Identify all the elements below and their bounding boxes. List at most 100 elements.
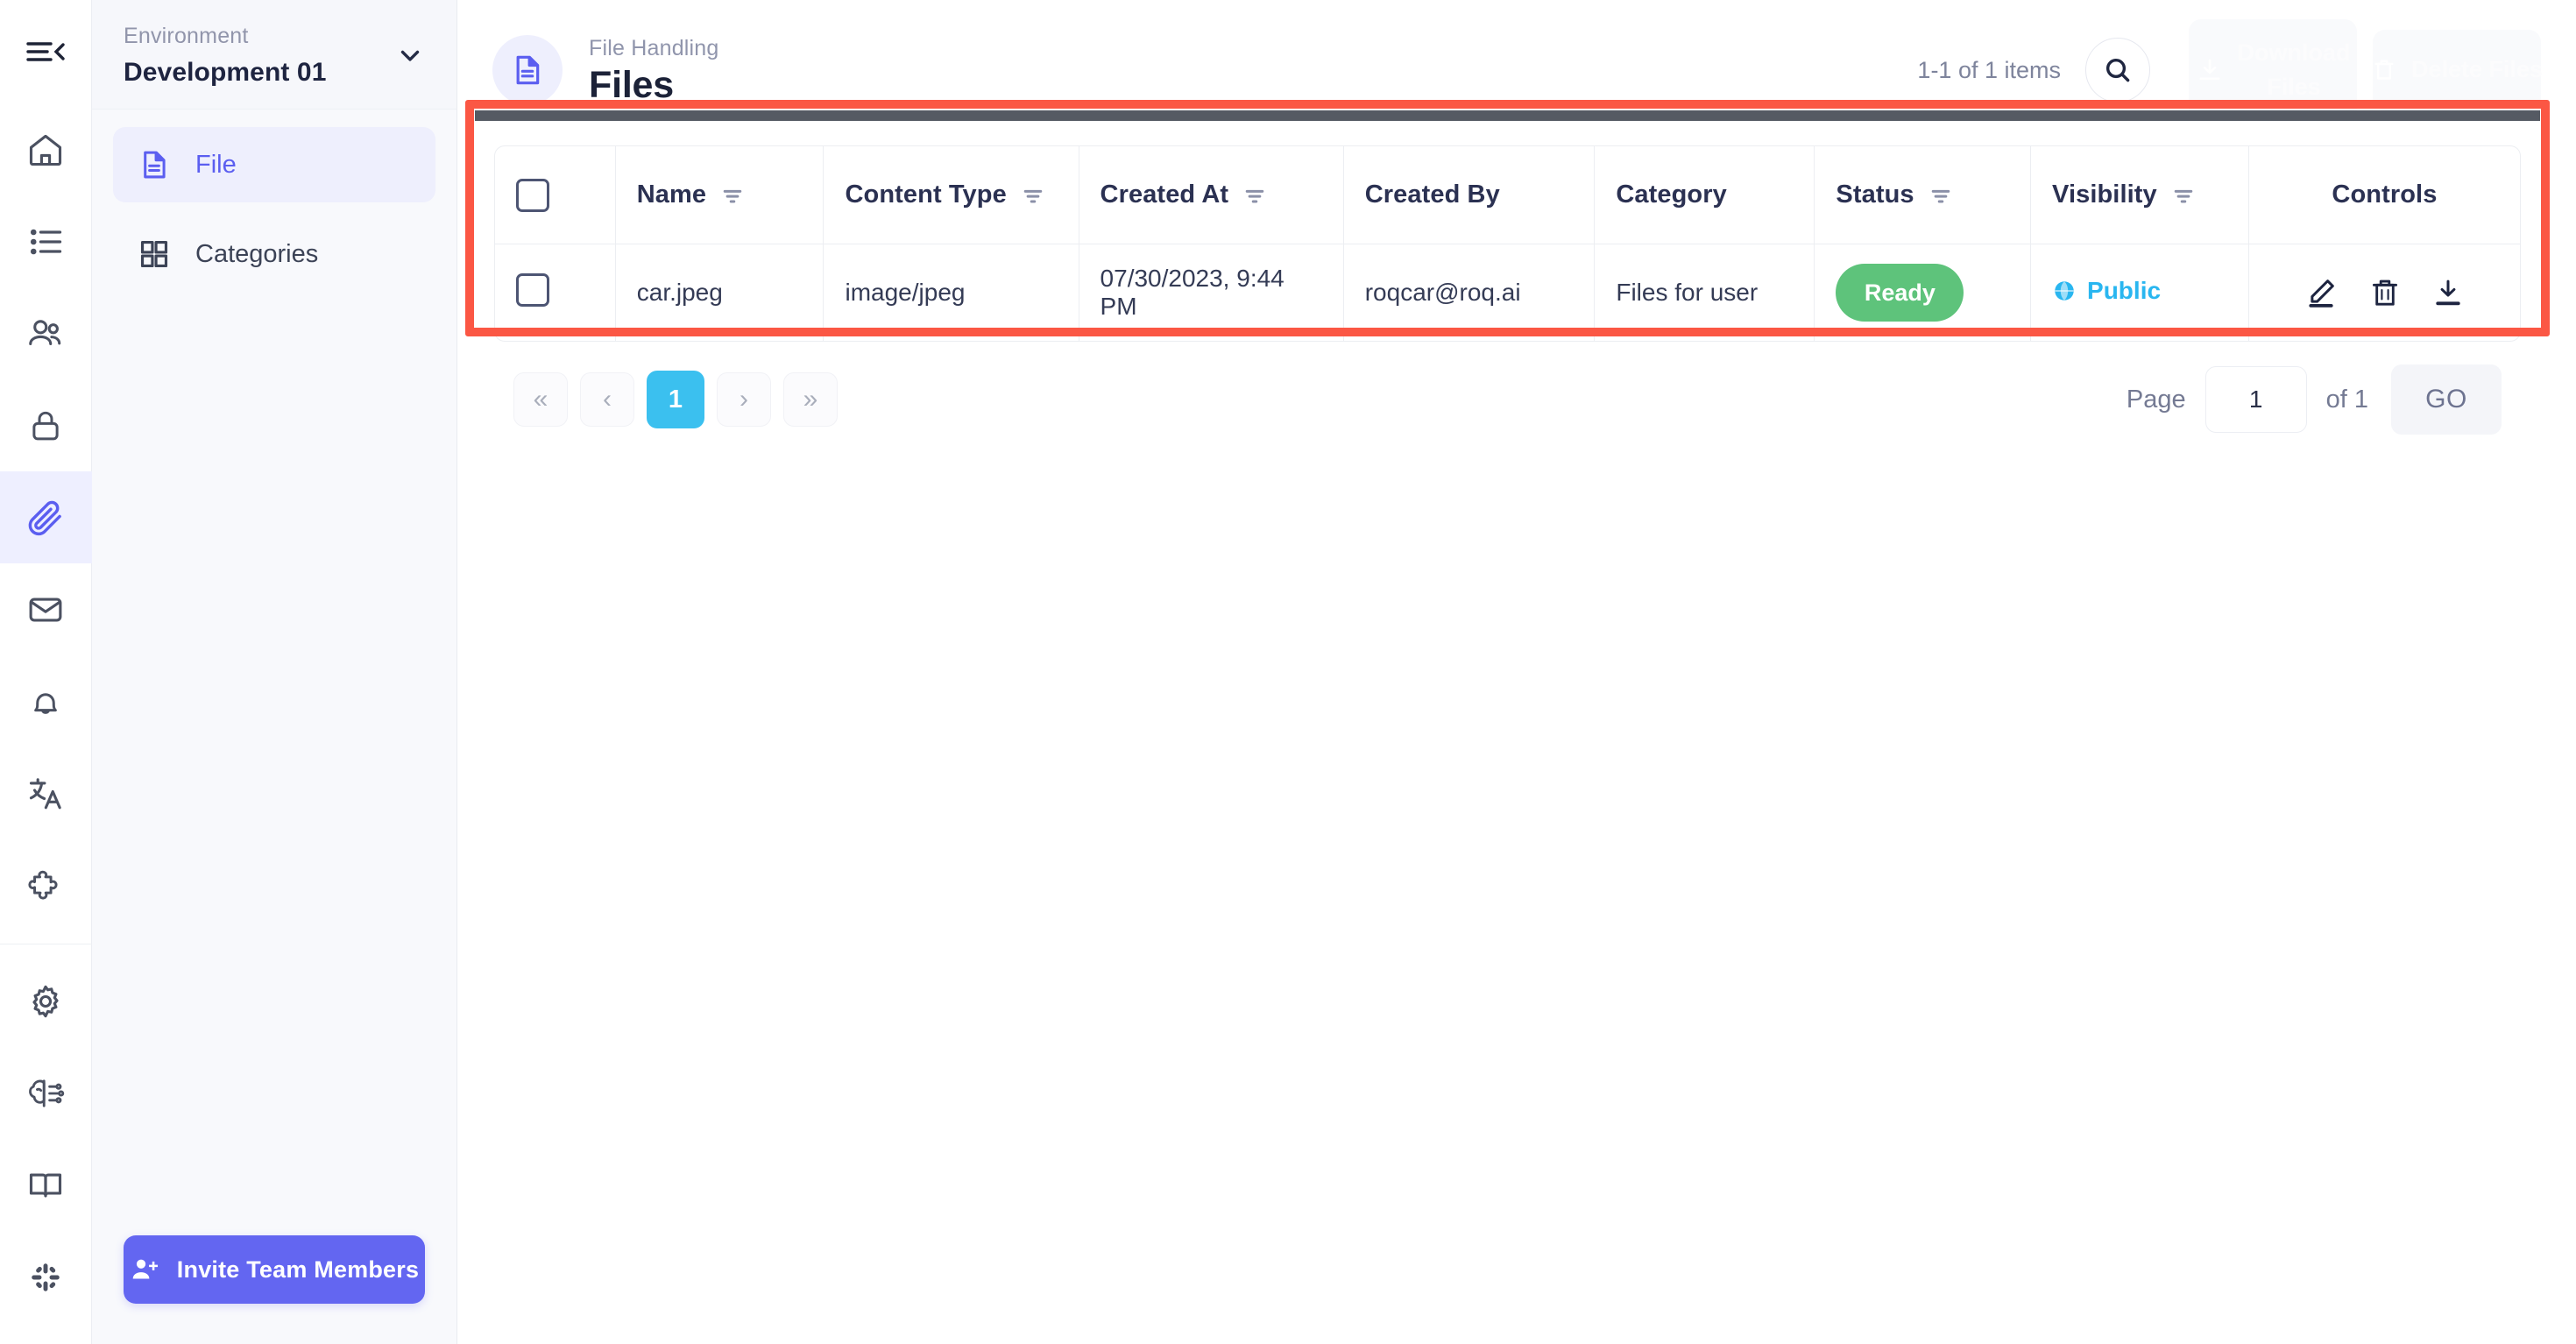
cell-controls (2247, 244, 2521, 342)
edit-pencil-icon[interactable] (2304, 276, 2338, 309)
page-number-input[interactable]: 1 (2204, 366, 2307, 433)
sidebar-footer: Invite Team Members (92, 1235, 456, 1344)
th-status[interactable]: Status (1814, 145, 2031, 244)
filter-icon[interactable] (2171, 183, 2196, 208)
puzzle-icon[interactable] (0, 839, 92, 931)
files-table-card: Name Content Type Created At Created By … (475, 110, 2540, 464)
select-all-checkbox[interactable] (516, 178, 549, 212)
cell-content-type: image/jpeg (823, 244, 1079, 342)
filter-icon[interactable] (1021, 183, 1045, 208)
page-total-label: of 1 (2325, 385, 2368, 414)
invite-label: Invite Team Members (176, 1256, 420, 1283)
th-status-label: Status (1836, 180, 1914, 209)
pagination-page-1-button[interactable]: 1 (647, 371, 704, 428)
download-files-label: Download Files (2237, 39, 2351, 100)
th-visibility-label: Visibility (2052, 180, 2157, 209)
files-table: Name Content Type Created At Created By … (494, 145, 2521, 342)
book-icon[interactable] (0, 1139, 92, 1231)
go-button[interactable]: GO (2391, 364, 2502, 435)
download-row-icon[interactable] (2432, 277, 2464, 308)
gear-icon[interactable] (0, 955, 92, 1047)
filter-icon[interactable] (1242, 183, 1267, 208)
row-controls (2270, 276, 2499, 309)
th-content-type-label: Content Type (845, 180, 1007, 209)
row-checkbox[interactable] (516, 272, 549, 307)
download-icon (2196, 56, 2224, 84)
app-root: Environment Development 01 File Categori… (0, 0, 2576, 1344)
th-created-by-label: Created By (1364, 180, 1500, 209)
list-icon[interactable] (0, 195, 92, 287)
trash-icon (2371, 57, 2397, 83)
th-content-type[interactable]: Content Type (823, 145, 1079, 244)
cell-name: car.jpeg (614, 244, 824, 342)
filter-icon[interactable] (720, 183, 745, 208)
horizontal-scrollbar[interactable] (475, 110, 2540, 121)
ai-brain-icon[interactable] (0, 1047, 92, 1139)
environment-selector[interactable]: Environment Development 01 (92, 0, 456, 110)
cell-status: Ready (1814, 244, 2031, 342)
page-label: Page (2126, 385, 2186, 414)
cell-visibility: Public (2030, 244, 2248, 342)
search-button[interactable] (2085, 38, 2150, 103)
bell-icon[interactable] (0, 655, 92, 747)
download-files-button[interactable]: Download Files (2189, 19, 2357, 121)
invite-team-members-button[interactable]: Invite Team Members (124, 1235, 425, 1304)
search-icon (2103, 55, 2133, 85)
th-visibility[interactable]: Visibility (2030, 145, 2248, 244)
th-controls: Controls (2247, 145, 2521, 244)
main-content: File Handling Files 1-1 of 1 items Downl… (457, 0, 2576, 1344)
sidebar-item-categories[interactable]: Categories (113, 216, 435, 292)
mail-icon[interactable] (0, 563, 92, 655)
translate-icon[interactable] (0, 747, 92, 839)
cell-category: Files for user (1594, 244, 1815, 342)
table-row[interactable]: car.jpeg image/jpeg 07/30/2023, 9:44 PM … (494, 244, 2521, 342)
cell-created-by: roqcar@roq.ai (1342, 244, 1595, 342)
pagination-prev-button[interactable]: ‹ (580, 372, 634, 427)
delete-files-label: Delete Files (2410, 56, 2544, 83)
file-icon (136, 148, 173, 181)
th-select-all[interactable] (494, 145, 615, 244)
th-created-at[interactable]: Created At (1078, 145, 1343, 244)
delete-files-button[interactable]: Delete Files (2371, 30, 2544, 110)
pagination-last-button[interactable]: » (783, 372, 838, 427)
th-category[interactable]: Category (1594, 145, 1815, 244)
paperclip-icon[interactable] (0, 471, 92, 563)
page-title: Files (589, 63, 674, 106)
sidebar-item-file[interactable]: File (113, 127, 435, 202)
home-icon[interactable] (0, 103, 92, 195)
header-actions: 1-1 of 1 items Download Files Delete Fil… (1917, 19, 2544, 121)
table-body-card: Name Content Type Created At Created By … (475, 121, 2540, 464)
environment-value: Development 01 (124, 58, 327, 88)
th-category-label: Category (1616, 180, 1727, 209)
filter-icon[interactable] (1928, 183, 1953, 208)
pagination-next-button[interactable]: › (717, 372, 771, 427)
chevron-down-icon[interactable] (395, 40, 425, 70)
sidebar-item-label: File (195, 150, 237, 179)
th-name[interactable]: Name (614, 145, 824, 244)
cell-created-at: 07/30/2023, 9:44 PM (1078, 244, 1343, 342)
delete-trash-icon[interactable] (2369, 277, 2401, 308)
th-created-by[interactable]: Created By (1342, 145, 1595, 244)
page-header: File Handling Files 1-1 of 1 items Downl… (457, 0, 2576, 121)
cell-select[interactable] (494, 244, 615, 342)
table-header-row: Name Content Type Created At Created By … (494, 145, 2521, 244)
environment-label: Environment (124, 24, 249, 49)
sidebar-menu: File Categories (92, 110, 456, 306)
th-created-at-label: Created At (1100, 180, 1229, 209)
primary-icon-rail (0, 0, 92, 1344)
visibility-label: Public (2087, 276, 2162, 304)
page-file-icon (492, 35, 563, 105)
users-icon[interactable] (0, 287, 92, 379)
pagination: « ‹ 1 › » Page 1 of 1 GO (494, 342, 2521, 464)
collapse-menu-icon[interactable] (0, 0, 92, 103)
status-badge: Ready (1836, 264, 1964, 322)
th-controls-label: Controls (2332, 180, 2438, 209)
lock-icon[interactable] (0, 379, 92, 471)
pagination-first-button[interactable]: « (513, 372, 568, 427)
globe-icon (2052, 279, 2077, 303)
th-name-label: Name (636, 180, 707, 209)
sidebar-item-label: Categories (195, 239, 319, 268)
slack-icon[interactable] (0, 1231, 92, 1323)
grid-icon (136, 237, 173, 271)
items-count: 1-1 of 1 items (1917, 56, 2061, 83)
